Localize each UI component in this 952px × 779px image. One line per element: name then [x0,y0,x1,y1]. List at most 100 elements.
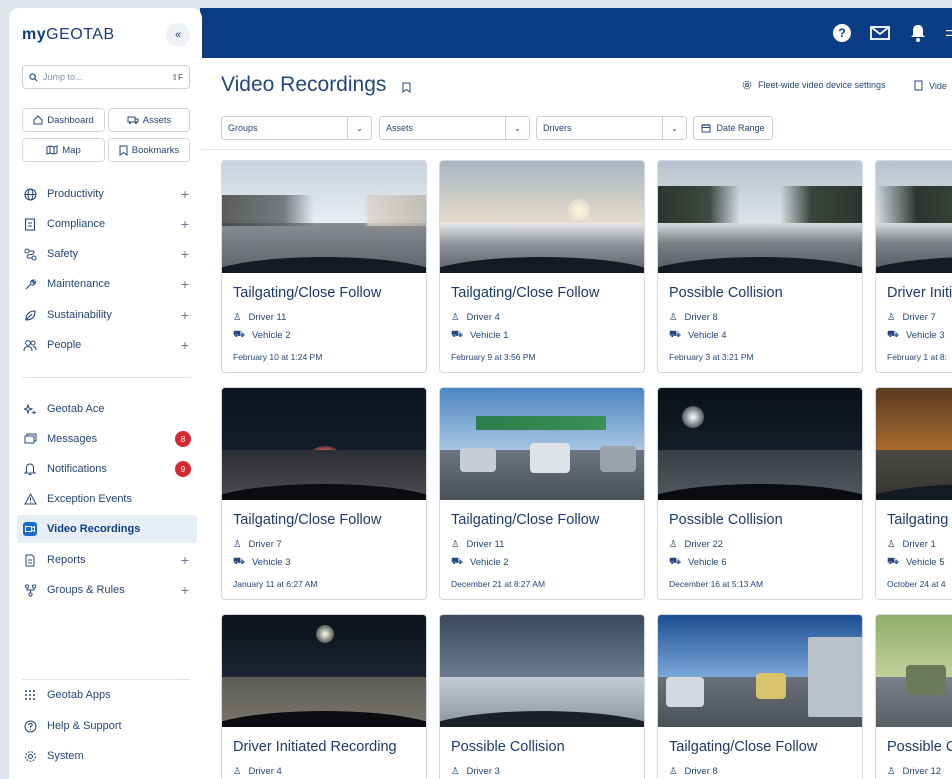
video-camera-icon [23,522,37,536]
recording-card[interactable]: Tailgating ♙ Driver 1 ⛟ Vehicle 5 October … [875,387,952,600]
quick-link-map[interactable]: Map [22,138,105,162]
card-title: Possible Collision [451,739,565,755]
groups-filter[interactable]: Groups ⌄ [221,116,372,140]
card-date: February 3 at 3:21 PM [669,352,754,362]
quick-link-label: Map [62,144,81,156]
person-icon: ♙ [451,765,460,777]
nav-maintenance[interactable]: Maintenance + [17,270,197,298]
recording-card[interactable]: Driver Initiated Recording ♙ Driver 4 [221,614,427,779]
nav-reports[interactable]: Reports + [17,546,197,574]
expand-icon[interactable]: + [181,582,189,598]
recording-thumbnail[interactable] [876,388,952,500]
quick-link-assets[interactable]: Assets [108,108,190,132]
nav-compliance[interactable]: Compliance + [17,210,197,238]
card-vehicle: ⛟ Vehicle 5 [887,553,952,571]
quick-link-dashboard[interactable]: Dashboard [22,108,105,132]
recording-thumbnail[interactable] [222,615,426,727]
nav-help-support[interactable]: Help & Support [17,712,197,740]
nav-label: Safety [47,248,79,260]
date-range-button[interactable]: Date Range [693,116,773,140]
recording-thumbnail[interactable] [658,615,862,727]
search-icon [29,72,38,81]
recording-card[interactable]: Tailgating/Close Follow ♙ Driver 11 ⛟ Vehi… [221,160,427,373]
mail-icon[interactable] [870,23,890,43]
nav-geotab-apps[interactable]: Geotab Apps [17,681,197,709]
recording-card[interactable]: Possible Collision ♙ Driver 8 ⛟ Vehicle 4 … [657,160,863,373]
search-placeholder: Jump to... [43,72,83,82]
recording-card[interactable]: Tailgating/Close Follow ♙ Driver 7 ⛟ Vehic… [221,387,427,600]
report-icon [23,553,37,567]
nav-label: Groups & Rules [47,584,125,596]
jump-to-search[interactable]: Jump to... ⇧F [22,65,190,89]
nav-system[interactable]: System [17,742,197,770]
nav-people[interactable]: People + [17,331,197,359]
more-icon[interactable] [946,23,952,43]
recording-thumbnail[interactable] [222,388,426,500]
bell-icon[interactable] [908,23,928,43]
recording-card[interactable]: Possible C ♙ Driver 12 [875,614,952,779]
recording-card[interactable]: Tailgating/Close Follow ♙ Driver 4 ⛟ Vehic… [439,160,645,373]
nav-safety[interactable]: Safety + [17,240,197,268]
recording-thumbnail[interactable] [876,161,952,273]
recording-thumbnail[interactable] [440,161,644,273]
person-icon: ♙ [669,765,678,777]
expand-icon[interactable]: + [181,186,189,202]
expand-icon[interactable]: + [181,246,189,262]
globe-icon [23,187,37,201]
vehicle-name: Vehicle 4 [687,329,727,341]
nav-notifications[interactable]: Notifications 9 [17,455,197,483]
driver-name: Driver 3 [466,765,500,777]
recording-card[interactable]: Possible Collision ♙ Driver 22 ⛟ Vehicle 6… [657,387,863,600]
help-icon[interactable]: ? [832,23,852,43]
recording-card[interactable]: Tailgating/Close Follow ♙ Driver 11 ⛟ Vehi… [439,387,645,600]
bell-icon [23,462,37,476]
card-date: December 16 at 5:13 AM [669,579,764,589]
recording-thumbnail[interactable] [658,388,862,500]
home-icon [33,115,43,125]
wrench-icon [23,277,37,291]
expand-icon[interactable]: + [181,276,189,292]
geotab-logo[interactable]: myGEOTAB [22,26,115,44]
recording-thumbnail[interactable] [440,615,644,727]
nav-exception-events[interactable]: Exception Events [17,485,197,513]
person-icon: ♙ [233,765,242,777]
driver-name: Driver 7 [248,538,282,550]
recording-card[interactable]: Tailgating/Close Follow ♙ Driver 8 [657,614,863,779]
bookmark-page-icon[interactable] [402,80,411,98]
card-title: Possible C [887,739,952,755]
recording-thumbnail[interactable] [222,161,426,273]
person-icon: ♙ [669,311,678,323]
gear-icon [742,80,752,90]
truck-icon: ⛟ [451,329,463,340]
nav-label: Messages [47,433,98,445]
recording-thumbnail[interactable] [440,388,644,500]
card-driver: ♙ Driver 1 [887,535,952,553]
expand-icon[interactable]: + [181,307,189,323]
nav-divider [22,679,190,680]
collapse-sidebar-button[interactable]: « [166,23,190,47]
nav-groups-rules[interactable]: Groups & Rules + [17,576,197,604]
expand-icon[interactable]: + [181,552,189,568]
device-icon [914,80,923,91]
fleet-settings-link[interactable]: Fleet-wide video device settings [742,80,886,90]
expand-icon[interactable]: + [181,337,189,353]
nav-sustainability[interactable]: Sustainability + [17,301,197,329]
recording-thumbnail[interactable] [658,161,862,273]
nav-messages[interactable]: Messages 8 [17,425,197,453]
quick-link-bookmarks[interactable]: Bookmarks [108,138,190,162]
driver-name: Driver 8 [684,311,718,323]
nav-productivity[interactable]: Productivity + [17,180,197,208]
drivers-filter[interactable]: Drivers ⌄ [536,116,687,140]
nav-geotab-ace[interactable]: Geotab Ace [17,395,197,423]
recording-thumbnail[interactable] [876,615,952,727]
expand-icon[interactable]: + [181,216,189,232]
video-devices-link[interactable]: Vide [914,80,947,91]
page-title: Video Recordings [221,73,387,96]
recording-card[interactable]: Driver Initi ♙ Driver 7 ⛟ Vehicle 3 Februa… [875,160,952,373]
card-date: February 10 at 1:24 PM [233,352,323,362]
vehicle-name: Vehicle 2 [469,556,509,568]
card-title: Driver Initi [887,285,952,301]
assets-filter[interactable]: Assets ⌄ [379,116,530,140]
nav-video-recordings[interactable]: Video Recordings [17,515,197,543]
recording-card[interactable]: Possible Collision ♙ Driver 3 [439,614,645,779]
